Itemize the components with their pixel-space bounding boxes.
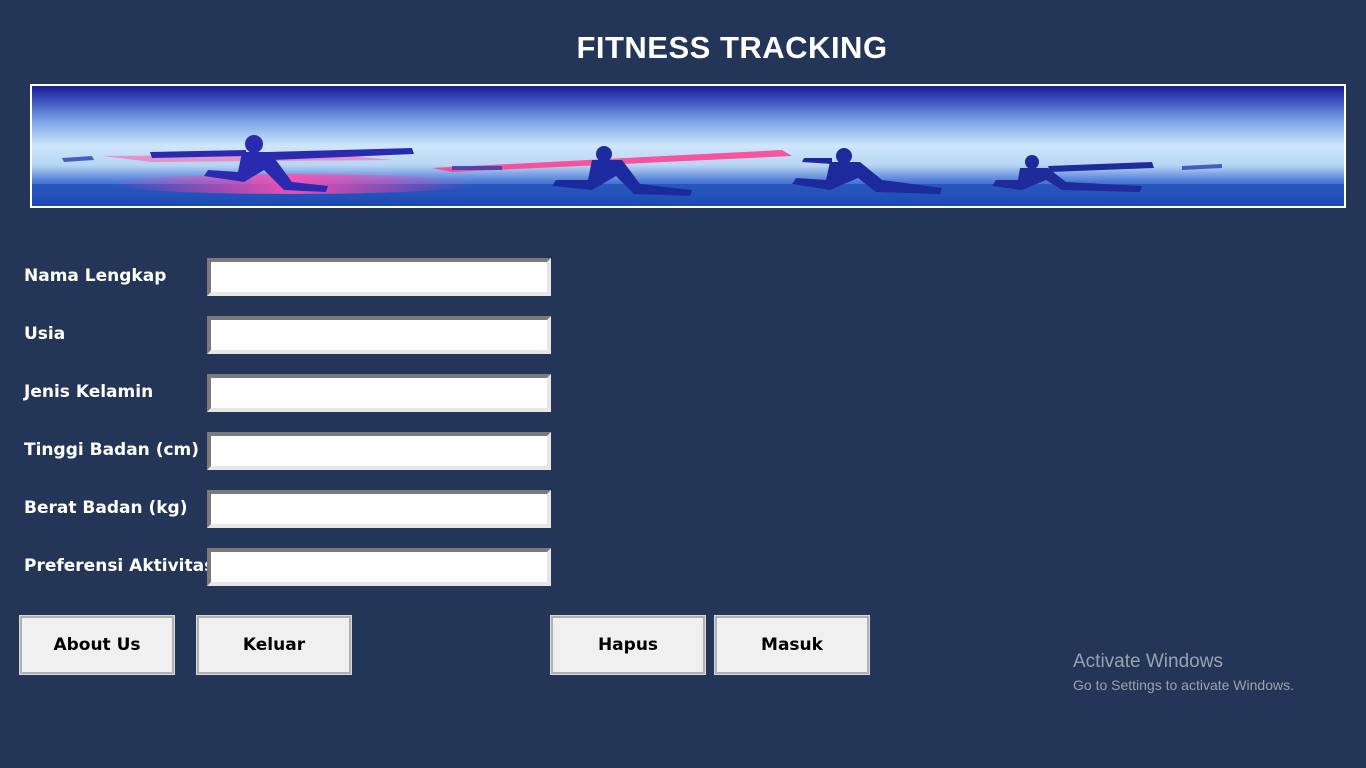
hapus-button[interactable]: Hapus [550,615,706,675]
berat-badan-input[interactable] [207,490,551,528]
label-nama-lengkap: Nama Lengkap [24,266,167,286]
label-tinggi-badan: Tinggi Badan (cm) [24,440,200,460]
tinggi-badan-input[interactable] [207,432,551,470]
jenis-kelamin-input[interactable] [207,374,551,412]
activate-windows-watermark: Activate Windows Go to Settings to activ… [1073,651,1294,693]
masuk-button[interactable]: Masuk [714,615,870,675]
label-berat-badan: Berat Badan (kg) [24,498,188,518]
page-title: FITNESS TRACKING [576,30,888,65]
activate-windows-subtitle: Go to Settings to activate Windows. [1073,677,1294,693]
runners-banner-image [30,84,1346,208]
preferensi-aktivitas-input[interactable] [207,548,551,586]
label-preferensi-aktivitas: Preferensi Aktivitas [24,556,215,576]
about-us-button[interactable]: About Us [19,615,175,675]
usia-input[interactable] [207,316,551,354]
label-jenis-kelamin: Jenis Kelamin [24,382,154,402]
nama-lengkap-input[interactable] [207,258,551,296]
keluar-button[interactable]: Keluar [196,615,352,675]
activate-windows-title: Activate Windows [1073,651,1223,672]
label-usia: Usia [24,324,66,344]
runners-silhouette-graphic [32,135,1344,206]
